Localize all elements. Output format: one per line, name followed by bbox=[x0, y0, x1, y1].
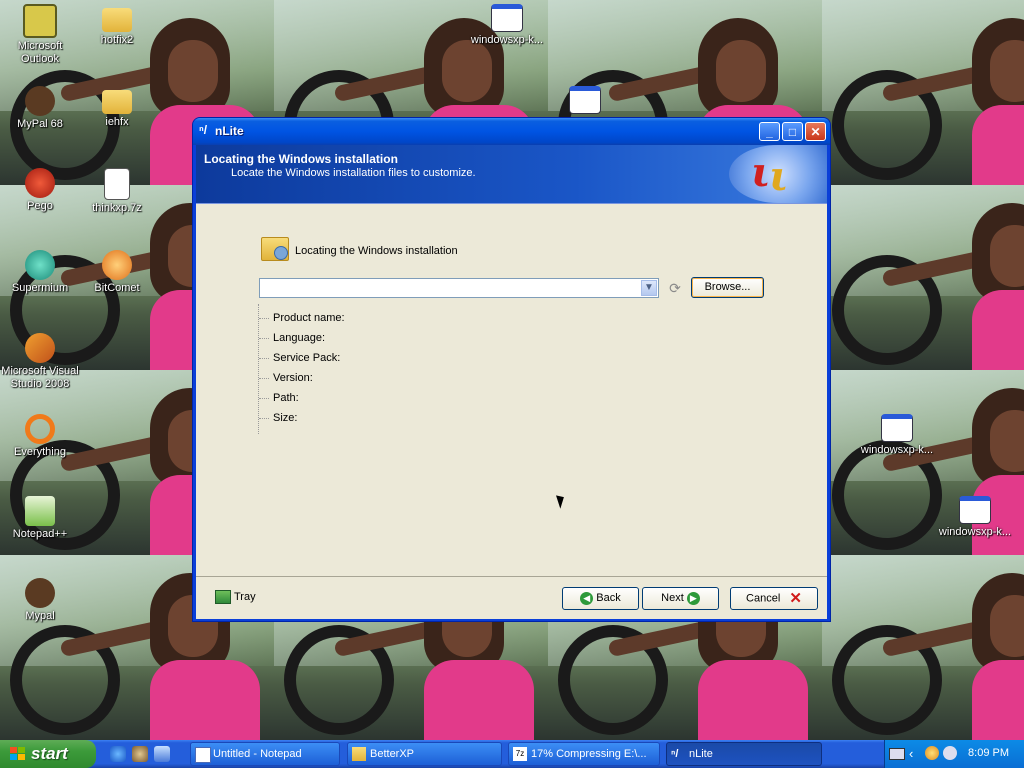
cancel-button[interactable]: Cancel ✕ bbox=[730, 587, 818, 610]
chevron-down-icon[interactable]: ▼ bbox=[641, 280, 657, 296]
desktop-icon-supermium[interactable]: Supermium bbox=[0, 250, 80, 295]
taskbar-item-7zip[interactable]: 7z 17% Compressing E:\... bbox=[508, 742, 660, 766]
supermium-icon bbox=[25, 250, 55, 280]
wallpaper-tile bbox=[822, 185, 1024, 370]
header-title: Locating the Windows installation bbox=[204, 152, 398, 166]
window-file-icon bbox=[881, 414, 913, 442]
window-file-icon bbox=[491, 4, 523, 32]
desktop-icon-iehfx[interactable]: iehfx bbox=[77, 86, 157, 129]
cancel-x-icon: ✕ bbox=[789, 590, 802, 607]
wizard-body: Locating the Windows installation ▼ ⟳ Br… bbox=[196, 204, 827, 576]
maximize-button[interactable]: □ bbox=[782, 122, 803, 141]
keyboard-icon[interactable] bbox=[889, 748, 905, 760]
next-arrow-icon: ▶ bbox=[686, 591, 700, 605]
desktop-icon-hotfix2[interactable]: hotfix2 bbox=[77, 4, 157, 47]
close-button[interactable]: ✕ bbox=[805, 122, 826, 141]
notepadpp-icon bbox=[25, 496, 55, 526]
start-button[interactable]: start bbox=[0, 740, 96, 768]
maximize-icon: □ bbox=[788, 125, 797, 139]
nlite-logo-icon: ιι bbox=[729, 145, 827, 203]
tray-app-icon[interactable] bbox=[925, 746, 939, 760]
notepad-icon bbox=[195, 747, 211, 763]
installation-path-combobox[interactable]: ▼ bbox=[259, 278, 659, 298]
property-size: Size: bbox=[259, 412, 297, 424]
taskbar-item-notepad[interactable]: Untitled - Notepad bbox=[190, 742, 340, 766]
desktop-icon-mypal[interactable]: Mypal bbox=[0, 578, 80, 623]
window-file-icon bbox=[569, 86, 601, 114]
taskbar-item-betterxp[interactable]: BetterXP bbox=[347, 742, 502, 766]
desktop-icon-microsoft-outlook[interactable]: Microsoft Outlook bbox=[0, 4, 80, 66]
installation-properties: Product name: Language: Service Pack: Ve… bbox=[258, 304, 459, 434]
desktop-icon-mypal68[interactable]: MyPal 68 bbox=[0, 86, 80, 131]
chevron-left-icon[interactable]: ‹ bbox=[909, 746, 913, 761]
archive-file-icon bbox=[104, 168, 130, 200]
property-service-pack: Service Pack: bbox=[259, 352, 340, 364]
windows-flag-icon bbox=[10, 747, 25, 760]
desktop-icon-windowsxp-2[interactable]: windowsxp-k... bbox=[857, 414, 937, 457]
desktop-icon-everything[interactable]: Everything bbox=[0, 414, 80, 459]
back-arrow-icon: ◀ bbox=[580, 591, 594, 605]
back-button[interactable]: ◀ Back bbox=[562, 587, 639, 610]
desktop-icon-window-partial[interactable] bbox=[545, 86, 625, 116]
show-desktop-icon[interactable] bbox=[154, 746, 170, 762]
desktop-icon-windowsxp-1[interactable]: windowsxp-k... bbox=[467, 4, 547, 47]
tray-button[interactable]: Tray bbox=[215, 590, 256, 604]
window-client-area: Locating the Windows installation Locate… bbox=[196, 145, 827, 619]
desktop-icon-visual-studio[interactable]: Microsoft Visual Studio 2008 bbox=[0, 333, 80, 391]
pego-icon bbox=[25, 168, 55, 198]
desktop-icon-notepadpp[interactable]: Notepad++ bbox=[0, 496, 80, 541]
taskbar-item-nlite[interactable]: ⁿ/ nLite bbox=[666, 742, 822, 766]
desktop-icon-pego[interactable]: Pego bbox=[0, 168, 80, 213]
outlook-icon bbox=[23, 4, 57, 38]
minimize-icon: _ bbox=[766, 125, 773, 139]
window-title: nLite bbox=[215, 124, 244, 138]
header-subtitle: Locate the Windows installation files to… bbox=[231, 167, 476, 179]
window-file-icon bbox=[959, 496, 991, 524]
property-version: Version: bbox=[259, 372, 313, 384]
close-icon: ✕ bbox=[810, 125, 821, 139]
7zip-icon: 7z bbox=[513, 747, 527, 761]
everything-icon bbox=[25, 414, 55, 444]
property-product-name: Product name: bbox=[259, 312, 345, 324]
nlite-window: ⁿ/ nLite _ □ ✕ Locating the Windows inst… bbox=[193, 118, 830, 621]
mypal-icon bbox=[25, 86, 55, 116]
folder-icon bbox=[352, 747, 366, 761]
nlite-icon: ⁿ/ bbox=[671, 748, 679, 760]
system-tray: ‹ 8:09 PM bbox=[884, 740, 1024, 768]
section-title: Locating the Windows installation bbox=[295, 245, 458, 257]
next-button[interactable]: Next ▶ bbox=[642, 587, 719, 610]
property-path: Path: bbox=[259, 392, 299, 404]
browse-button[interactable]: Browse... bbox=[691, 277, 764, 298]
clock: 8:09 PM bbox=[968, 747, 1009, 759]
wallpaper-tile bbox=[822, 0, 1024, 185]
folder-search-icon bbox=[261, 237, 289, 261]
tray-icon bbox=[215, 590, 231, 604]
refresh-icon[interactable]: ⟳ bbox=[667, 280, 683, 296]
volume-icon[interactable] bbox=[943, 746, 957, 760]
minimize-button[interactable]: _ bbox=[759, 122, 780, 141]
wallpaper-tile bbox=[822, 555, 1024, 740]
desktop-icon-thinkxp[interactable]: thinkxp.7z bbox=[77, 168, 157, 215]
desktop-icon-bitcomet[interactable]: BitComet bbox=[77, 250, 157, 295]
mypal-icon bbox=[25, 578, 55, 608]
desktop-icon-windowsxp-3[interactable]: windowsxp-k... bbox=[935, 496, 1015, 539]
folder-icon bbox=[102, 90, 132, 114]
mypal-quicklaunch-icon[interactable] bbox=[132, 746, 148, 762]
nlite-app-icon: ⁿ/ bbox=[199, 123, 208, 137]
property-language: Language: bbox=[259, 332, 325, 344]
internet-explorer-icon[interactable] bbox=[110, 746, 126, 762]
wizard-header: Locating the Windows installation Locate… bbox=[196, 145, 827, 204]
mouse-cursor-icon bbox=[556, 493, 567, 509]
title-bar[interactable]: ⁿ/ nLite _ □ ✕ bbox=[193, 118, 830, 145]
wizard-footer: Tray ◀ Back Next ▶ Cancel ✕ bbox=[196, 576, 827, 619]
folder-icon bbox=[102, 8, 132, 32]
bitcomet-icon bbox=[102, 250, 132, 280]
taskbar: start Untitled - Notepad BetterXP 7z 17%… bbox=[0, 740, 1024, 768]
visual-studio-icon bbox=[25, 333, 55, 363]
